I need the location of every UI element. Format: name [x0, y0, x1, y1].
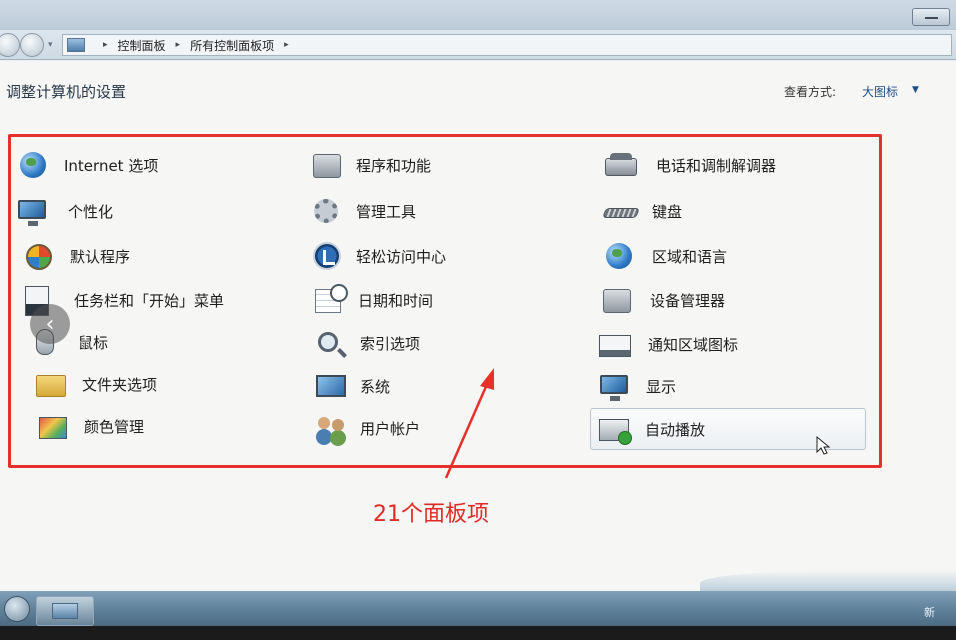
- cursor-icon: [816, 436, 831, 455]
- screen-bezel: [0, 626, 956, 640]
- previous-arrow-icon[interactable]: ‹: [30, 304, 70, 344]
- control-panel-icon: [52, 603, 78, 619]
- taskbar-app-control-panel[interactable]: [36, 596, 94, 626]
- start-button[interactable]: [4, 596, 30, 622]
- tray-label[interactable]: 新: [924, 604, 935, 620]
- annotation-arrow: [444, 368, 494, 479]
- annotation-text: 21个面板项: [373, 502, 489, 527]
